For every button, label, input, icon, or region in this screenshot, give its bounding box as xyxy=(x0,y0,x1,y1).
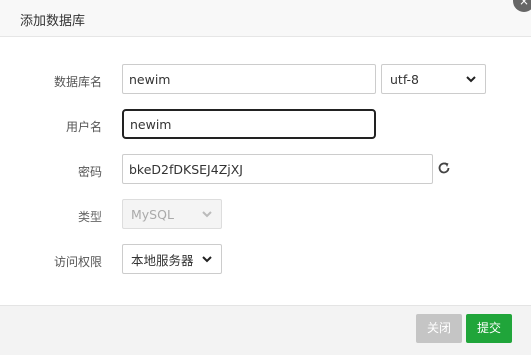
db-name-input[interactable] xyxy=(122,64,376,94)
chevron-down-icon xyxy=(202,256,212,263)
type-select-value: MySQL xyxy=(131,206,174,222)
access-select[interactable]: 本地服务器 xyxy=(122,244,222,274)
chevron-down-icon xyxy=(202,211,212,218)
db-name-label: 数据库名 xyxy=(53,75,102,89)
charset-select-value: utf-8 xyxy=(390,71,420,87)
charset-select[interactable]: utf-8 xyxy=(381,64,486,94)
password-input[interactable] xyxy=(122,154,433,184)
refresh-icon[interactable] xyxy=(437,161,451,175)
password-label: 密码 xyxy=(77,165,102,179)
chevron-down-icon xyxy=(466,76,476,83)
type-label: 类型 xyxy=(77,210,102,224)
access-select-value: 本地服务器 xyxy=(131,252,194,268)
submit-button[interactable]: 提交 xyxy=(466,314,512,343)
dialog-title: 添加数据库 xyxy=(20,14,86,29)
access-label: 访问权限 xyxy=(53,255,102,269)
username-label: 用户名 xyxy=(65,120,102,134)
close-button[interactable]: 关闭 xyxy=(416,314,462,343)
type-select: MySQL xyxy=(122,199,222,229)
username-input[interactable] xyxy=(122,109,376,139)
add-database-dialog: 添加数据库 × 数据库名 utf-8 用户名 密码 类型 MySQL 访问权限 … xyxy=(0,0,531,355)
dialog-header: 添加数据库 xyxy=(0,0,531,37)
